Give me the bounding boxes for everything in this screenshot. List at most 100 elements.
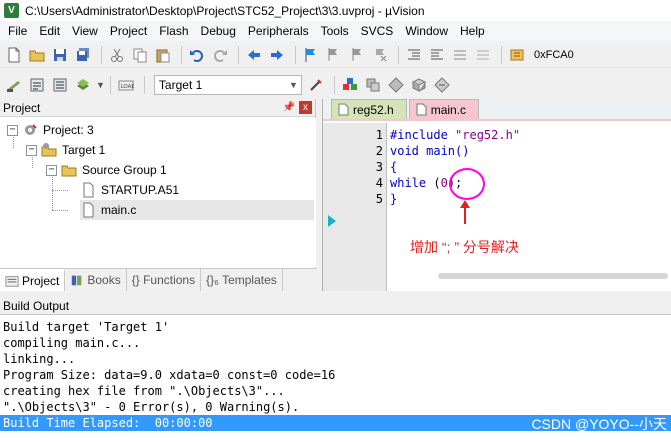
collapse-toggle-icon[interactable]: − xyxy=(7,124,18,136)
unindent-icon[interactable] xyxy=(427,45,447,65)
code-text: ( xyxy=(426,176,441,190)
paste-icon[interactable] xyxy=(153,45,173,65)
next-bookmark-icon[interactable] xyxy=(347,45,367,65)
tree-item-target[interactable]: − Target 1 xyxy=(26,140,105,160)
tab-label: {} Functions xyxy=(131,273,196,287)
project-panel-title: Project xyxy=(3,100,41,115)
menu-debug[interactable]: Debug xyxy=(195,21,242,41)
multi-project-icon[interactable] xyxy=(363,75,383,95)
nav-back-icon[interactable] xyxy=(244,45,264,65)
toolbar-separator xyxy=(501,45,502,64)
build-output-line: compiling main.c... xyxy=(3,336,141,350)
tab-label: {}₆ Templates xyxy=(206,273,277,287)
tab-reg52-h[interactable]: reg52.h xyxy=(331,99,407,119)
find-in-files-icon[interactable] xyxy=(507,45,527,65)
window-title: C:\Users\Administrator\Desktop\Project\S… xyxy=(25,3,425,18)
undo-icon[interactable] xyxy=(187,45,207,65)
annotation-text: 增加 “; ” 分号解决 xyxy=(410,239,519,255)
tree-item-source-group[interactable]: − Source Group 1 xyxy=(46,160,167,180)
target-select-value: Target 1 xyxy=(158,78,203,92)
pin-icon[interactable]: 📌 xyxy=(283,102,295,113)
new-file-icon[interactable] xyxy=(4,45,24,65)
file-icon xyxy=(338,103,349,116)
toolbar-separator xyxy=(101,45,102,64)
line-number: 1 xyxy=(375,128,383,142)
cut-icon[interactable] xyxy=(107,45,127,65)
target-select[interactable]: Target 1 ▼ xyxy=(153,75,302,95)
build-output-line: linking... xyxy=(3,352,76,366)
menu-tools[interactable]: Tools xyxy=(315,21,355,41)
toolbar-separator xyxy=(238,45,239,64)
bookmark-flag-icon[interactable] xyxy=(301,45,321,65)
tree-item-startup-file[interactable]: STARTUP.A51 xyxy=(80,180,179,200)
menu-edit[interactable]: Edit xyxy=(33,21,66,41)
open-folder-icon[interactable] xyxy=(27,45,47,65)
build-output-line: Program Size: data=9.0 xdata=0 const=0 c… xyxy=(3,368,336,382)
copy-icon[interactable] xyxy=(130,45,150,65)
menu-flash[interactable]: Flash xyxy=(153,21,194,41)
tree-item-project[interactable]: − Project: 3 xyxy=(7,120,94,140)
project-tab-icon xyxy=(5,276,19,287)
title-bar: V C:\Users\Administrator\Desktop\Project… xyxy=(0,0,671,21)
run-time-env-icon[interactable] xyxy=(432,75,452,95)
manage-components-icon[interactable] xyxy=(340,75,360,95)
menu-help[interactable]: Help xyxy=(454,21,491,41)
close-panel-button[interactable]: x xyxy=(299,101,312,114)
load-download-icon[interactable]: LOAD xyxy=(116,75,136,95)
folder-icon xyxy=(61,162,77,178)
panel-buttons: 📌 x xyxy=(283,101,312,114)
save-all-icon[interactable] xyxy=(73,45,93,65)
collapse-toggle-icon[interactable]: − xyxy=(26,144,37,156)
uvision-logo-icon: V xyxy=(4,3,19,18)
line-number: 4 xyxy=(375,176,383,190)
tree-item-label: Source Group 1 xyxy=(82,163,167,177)
select-pack-icon[interactable] xyxy=(386,75,406,95)
horizontal-scrollbar[interactable] xyxy=(438,273,668,279)
target-icon xyxy=(41,142,57,158)
menu-project[interactable]: Project xyxy=(104,21,153,41)
menu-bar: File Edit View Project Flash Debug Perip… xyxy=(0,21,671,41)
redo-icon[interactable] xyxy=(210,45,230,65)
prev-bookmark-icon[interactable] xyxy=(324,45,344,65)
nav-forward-icon[interactable] xyxy=(267,45,287,65)
collapse-toggle-icon[interactable]: − xyxy=(46,164,57,176)
clear-bookmarks-icon[interactable] xyxy=(370,45,390,65)
line-number: 5 xyxy=(375,192,383,206)
build-icon[interactable] xyxy=(27,75,47,95)
code-editor: reg52.h main.c 1 2 3 4 5 #include "reg52… xyxy=(322,99,671,291)
build-output-line: ".\Objects\3" - 0 Error(s), 0 Warning(s)… xyxy=(3,400,300,414)
tab-books[interactable]: Books xyxy=(65,269,127,291)
pack-installer-icon[interactable] xyxy=(409,75,429,95)
code-string: "reg52.h" xyxy=(455,128,521,142)
tab-project[interactable]: Project xyxy=(0,269,66,291)
project-gear-icon xyxy=(22,122,38,138)
code-text: } xyxy=(390,192,398,206)
target-options-icon[interactable] xyxy=(306,75,326,95)
code-line: #include "reg52.h" xyxy=(390,127,520,143)
annotation-arrow-icon xyxy=(460,200,470,224)
tree-item-main-file[interactable]: main.c xyxy=(80,200,314,220)
build-output-line: creating hex file from ".\Objects\3"... xyxy=(3,384,285,398)
menu-peripherals[interactable]: Peripherals xyxy=(242,21,315,41)
menu-view[interactable]: View xyxy=(66,21,104,41)
tab-main-c[interactable]: main.c xyxy=(408,99,480,119)
toolbar-separator xyxy=(143,76,145,94)
chevron-down-icon: ▼ xyxy=(289,80,298,90)
batch-dropdown-icon[interactable]: ▼ xyxy=(96,80,105,90)
uncomment-icon[interactable] xyxy=(473,45,493,65)
menu-window[interactable]: Window xyxy=(399,21,454,41)
current-line-arrow-icon xyxy=(328,215,336,227)
save-icon[interactable] xyxy=(50,45,70,65)
translate-icon[interactable] xyxy=(4,75,24,95)
indent-icon[interactable] xyxy=(404,45,424,65)
address-field[interactable]: 0xFCA0 xyxy=(534,49,574,61)
code-text-area[interactable]: #include "reg52.h" void main() { while (… xyxy=(388,123,671,291)
tab-functions[interactable]: {} Functions xyxy=(127,269,202,291)
menu-svcs[interactable]: SVCS xyxy=(355,21,400,41)
batch-build-icon[interactable] xyxy=(73,75,93,95)
tab-templates[interactable]: {}₆ Templates xyxy=(201,269,283,291)
comment-icon[interactable] xyxy=(450,45,470,65)
rebuild-icon[interactable] xyxy=(50,75,70,95)
menu-file[interactable]: File xyxy=(2,21,33,41)
build-output-line: Build target 'Target 1' xyxy=(3,320,170,334)
